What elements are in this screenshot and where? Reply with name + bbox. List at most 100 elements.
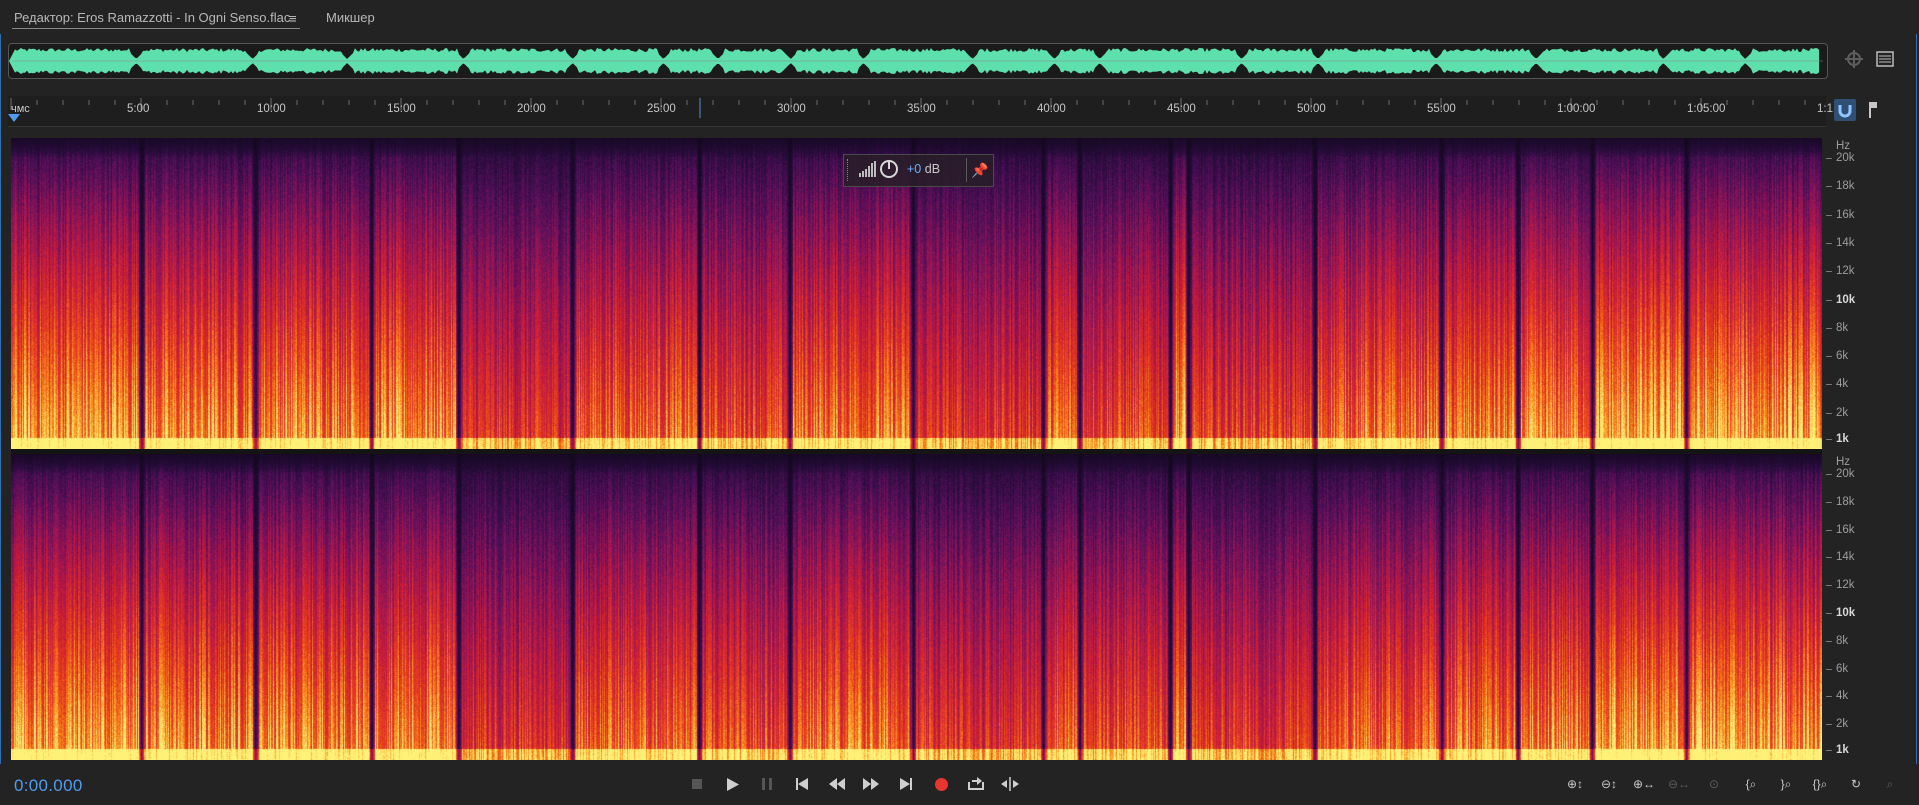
zoom-to-selection-icon[interactable]: {⌕ [1737, 773, 1765, 795]
frequency-tick-label: 6k [1836, 662, 1849, 675]
gain-knob[interactable] [880, 160, 898, 178]
skip-selection-button[interactable] [997, 773, 1023, 795]
overview-waveform [9, 48, 1823, 74]
frequency-tick-label: 8k [1836, 634, 1849, 647]
frequency-tick [1826, 724, 1832, 726]
frequency-tick [1826, 501, 1832, 503]
frequency-tick [1826, 585, 1832, 587]
ruler-tick-label: 35:00 [907, 103, 936, 115]
magnet-icon[interactable] [1834, 99, 1856, 121]
frequency-tick-label: 12k [1836, 265, 1855, 278]
frequency-tick-label: 6k [1836, 350, 1849, 363]
frequency-tick-label: 1k [1836, 744, 1849, 756]
hud-grip-handle[interactable] [847, 159, 852, 181]
frequency-tick-label: 10k [1836, 607, 1856, 619]
frequency-tick-label: 4k [1836, 378, 1849, 391]
frequency-tick [1826, 356, 1832, 358]
tab-menu-icon[interactable]: ≡ [289, 11, 297, 26]
zoom-in-amplitude-icon[interactable]: ⊕↕ [1561, 773, 1589, 795]
tab-editor[interactable]: Редактор: Eros Ramazzotti - In Ogni Sens… [14, 10, 290, 25]
frequency-tick-label: 2k [1836, 406, 1849, 419]
ruler-tick-label: 15:00 [387, 103, 416, 115]
hud-separator [966, 158, 967, 182]
time-ruler[interactable]: чмс 5:00 10:00 15:00 20:00 25:00 30:00 35:00 40… [8, 96, 1833, 127]
gain-value[interactable]: +0 dB [907, 162, 940, 176]
zoom-in-point-icon[interactable]: }⌕ [1772, 773, 1800, 795]
rewind-button[interactable] [824, 773, 850, 795]
frequency-tick-label: 12k [1836, 579, 1855, 592]
zoom-in-time-icon[interactable]: ⊕↔ [1630, 773, 1658, 795]
record-button[interactable] [928, 773, 954, 795]
frequency-tick-label: 16k [1836, 208, 1855, 221]
ruler-tick-label: 20:00 [517, 103, 546, 115]
gain-hud[interactable]: +0 dB 📌 [843, 154, 994, 187]
frequency-unit-label: Hz [1836, 140, 1851, 152]
ruler-tick-label: 1:00:00 [1557, 103, 1596, 115]
ruler-tick-label: 40:00 [1037, 103, 1066, 115]
frequency-tick [1826, 299, 1832, 301]
frequency-tick [1826, 640, 1832, 642]
fast-forward-button[interactable] [858, 773, 884, 795]
move-to-next-button[interactable] [893, 773, 919, 795]
zoom-out-amplitude-icon[interactable]: ⊖↕ [1595, 773, 1623, 795]
frequency-tick-label: 14k [1836, 236, 1855, 249]
zoom-spectral-icon[interactable]: ⌕ [1876, 773, 1904, 795]
zoom-to-selection-edges-icon[interactable]: {}⌕ [1806, 773, 1834, 795]
frequency-tick [1826, 384, 1832, 386]
frequency-tick [1826, 750, 1832, 751]
panel-tab-bar: Редактор: Eros Ramazzotti - In Ogni Sens… [0, 0, 1919, 34]
frequency-tick [1826, 271, 1832, 273]
ruler-tick-label: 45:00 [1167, 103, 1196, 115]
waveform-overview[interactable] [8, 43, 1828, 79]
spectral-display-right-channel[interactable] [11, 454, 1822, 760]
ruler-tick-label: 55:00 [1427, 103, 1456, 115]
frequency-tick-label: 20k [1836, 152, 1855, 164]
frequency-tick-label: 4k [1836, 690, 1849, 703]
ruler-tick-label: 50:00 [1297, 103, 1326, 115]
stop-button[interactable] [684, 773, 710, 795]
frequency-tick [1826, 474, 1832, 475]
ruler-tick-label: 30:00 [777, 103, 806, 115]
play-button[interactable] [720, 773, 746, 795]
active-tab-indicator [12, 28, 300, 29]
ruler-tick-label: 25:00 [647, 103, 676, 115]
zoom-out-full-icon[interactable]: ⊙ [1700, 773, 1728, 795]
frequency-tick-label: 16k [1836, 523, 1855, 536]
frequency-tick [1826, 214, 1832, 216]
loop-playback-button[interactable] [963, 773, 989, 795]
frequency-tick-label: 14k [1836, 551, 1855, 564]
frequency-tick [1826, 242, 1832, 244]
playhead-marker-icon[interactable] [8, 114, 20, 122]
frequency-tick [1826, 158, 1832, 159]
frequency-tick [1826, 327, 1832, 329]
ruler-tick-label: 1:1 [1817, 103, 1833, 115]
current-time-display[interactable]: 0:00.000 [14, 776, 83, 796]
ruler-tick-label: 5:00 [127, 103, 150, 115]
tab-mixer[interactable]: Микшер [326, 10, 375, 25]
marker-flag-icon[interactable] [1863, 99, 1885, 121]
frequency-tick [1826, 613, 1832, 614]
frequency-tick [1826, 557, 1832, 559]
frequency-axis-bottom: Hz 20k 18k 16k 14k 12k 10k 8k 6k 4k 2k 1k [1826, 454, 1888, 760]
frequency-tick [1826, 696, 1832, 698]
zoom-reset-icon[interactable]: ↻ [1842, 773, 1870, 795]
frequency-unit-label: Hz [1836, 456, 1851, 468]
zoom-out-time-icon[interactable]: ⊖↔ [1665, 773, 1693, 795]
frequency-tick-label: 2k [1836, 718, 1849, 731]
zoom-overview-icon[interactable] [1844, 49, 1864, 69]
ruler-unit: чмс [11, 103, 30, 115]
frequency-axis-top: Hz 20k 18k 16k 14k 12k 10k 8k 6k 4k 2k 1k [1826, 138, 1888, 449]
pause-button[interactable] [754, 773, 780, 795]
pin-icon[interactable]: 📌 [971, 162, 988, 179]
frequency-tick-label: 8k [1836, 321, 1849, 334]
move-to-previous-button[interactable] [789, 773, 815, 795]
panel-menu-icon[interactable] [1875, 49, 1895, 69]
frequency-tick [1826, 529, 1832, 531]
level-bars-icon [859, 161, 876, 177]
ruler-tick-label: 10:00 [257, 103, 286, 115]
frequency-tick-label: 20k [1836, 468, 1855, 480]
frequency-tick-label: 10k [1836, 293, 1856, 306]
frequency-tick [1826, 439, 1832, 440]
frequency-tick [1826, 668, 1832, 670]
frequency-tick-label: 1k [1836, 433, 1849, 445]
